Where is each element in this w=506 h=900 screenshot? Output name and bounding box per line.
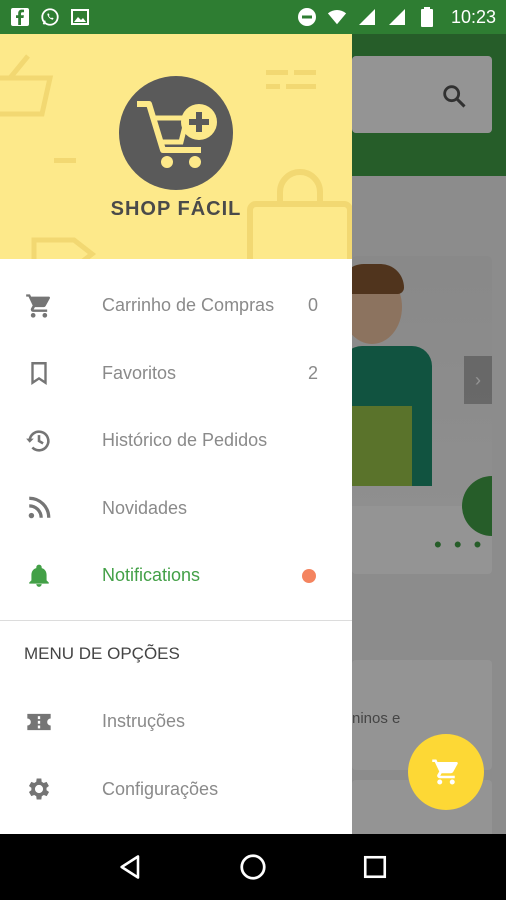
do-not-disturb-icon <box>297 7 317 27</box>
signal-icon <box>357 7 377 27</box>
history-icon <box>24 426 54 456</box>
image-icon <box>70 7 90 27</box>
bookmark-icon <box>24 358 54 388</box>
menu-item-count: 0 <box>307 295 318 316</box>
battery-icon <box>417 7 437 27</box>
gear-icon <box>24 774 54 804</box>
recents-icon[interactable] <box>355 847 395 887</box>
whatsapp-icon <box>40 7 60 27</box>
ticket-icon <box>24 707 54 737</box>
menu-item-label: Histórico de Pedidos <box>102 430 268 451</box>
drawer-menu: Carrinho de Compras 0 Favoritos 2 Histór… <box>0 272 352 610</box>
status-bar: 10:23 <box>0 0 506 34</box>
menu-item-label: Carrinho de Compras <box>102 295 275 316</box>
system-nav-bar <box>0 834 506 900</box>
menu-divider <box>0 620 352 621</box>
menu-item-order-history[interactable]: Histórico de Pedidos <box>0 407 352 475</box>
menu-item-label: Notifications <box>102 565 201 586</box>
basket-decoration-icon <box>0 54 54 117</box>
menu-item-notifications[interactable]: Notifications <box>0 542 352 610</box>
menu-item-instructions[interactable]: Instruções <box>0 688 352 756</box>
tag-decoration-icon <box>31 237 97 259</box>
facebook-icon <box>10 7 30 27</box>
lines-decoration-icon <box>266 70 316 89</box>
home-icon[interactable] <box>233 847 273 887</box>
app-content: › • • • ninos e SHOP FÁCIL Carrinho de C… <box>0 34 506 834</box>
cart-fab[interactable] <box>408 734 484 810</box>
cart-plus-icon <box>137 101 217 168</box>
menu-item-label: Favoritos <box>102 362 177 383</box>
status-time: 10:23 <box>450 6 496 27</box>
menu-item-label: Configurações <box>102 778 219 799</box>
options-section-title: MENU DE OPÇÕES <box>24 644 180 663</box>
menu-item-label: Instruções <box>102 711 186 732</box>
menu-item-settings[interactable]: Configurações <box>0 756 352 824</box>
back-icon[interactable] <box>111 847 151 887</box>
menu-item-news[interactable]: Novidades <box>0 475 352 543</box>
menu-item-favorites[interactable]: Favoritos 2 <box>0 340 352 408</box>
menu-item-cart[interactable]: Carrinho de Compras 0 <box>0 272 352 340</box>
status-right-icons: 10:23 <box>297 7 496 28</box>
menu-item-count: 2 <box>307 362 318 383</box>
options-menu: Instruções Configurações <box>0 688 352 823</box>
dash-decoration-icon <box>54 158 76 163</box>
signal-icon <box>387 7 407 27</box>
status-left-icons <box>10 7 90 27</box>
cart-icon <box>24 291 54 321</box>
app-logo <box>119 76 233 190</box>
wifi-icon <box>327 7 347 27</box>
app-name: SHOP FÁCIL <box>110 198 242 220</box>
navigation-drawer: SHOP FÁCIL Carrinho de Compras 0 Favorit… <box>0 34 352 834</box>
rss-icon <box>24 493 54 523</box>
menu-item-label: Novidades <box>102 497 188 518</box>
bell-icon <box>24 561 54 591</box>
notification-dot <box>302 568 316 583</box>
cart-icon <box>432 759 458 785</box>
drawer-header: SHOP FÁCIL <box>0 34 352 259</box>
